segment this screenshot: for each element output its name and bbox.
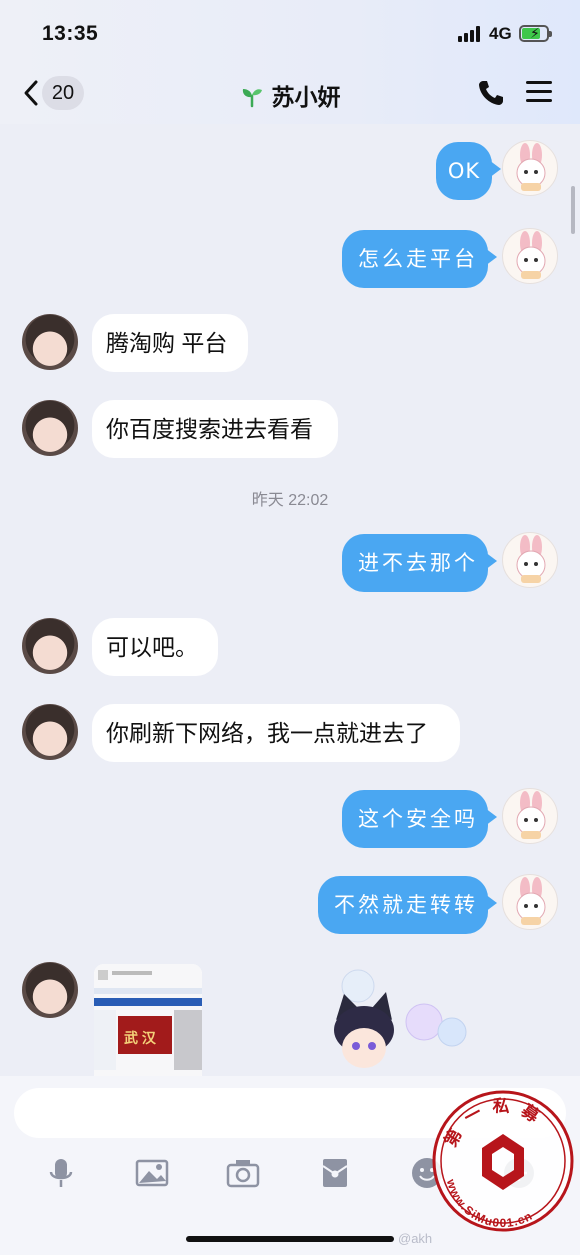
message-row: 进不去那个 [0, 532, 580, 594]
red-packet-icon[interactable] [318, 1156, 352, 1190]
incoming-bubble[interactable]: 可以吧。 [92, 618, 218, 676]
my-avatar[interactable] [502, 874, 558, 930]
message-row: 怎么走平台 [0, 228, 580, 290]
contact-avatar[interactable] [22, 962, 78, 1018]
menu-icon[interactable] [526, 79, 554, 105]
message-list[interactable]: OK 怎么走平台 腾淘购 平台 你百度搜索进去看看 昨天 22:02 进不去那个… [0, 124, 580, 1076]
watermark-seal: 第一私募 www.SiMu001.cn [432, 1090, 574, 1232]
contact-avatar[interactable] [22, 400, 78, 456]
incoming-bubble[interactable]: 你百度搜索进去看看 [92, 400, 338, 458]
message-row: 腾淘购 平台 [0, 312, 580, 374]
contact-name: 苏小妍 [271, 84, 341, 110]
image-message[interactable]: 武 汉 [94, 964, 202, 1076]
contact-avatar[interactable] [22, 618, 78, 674]
message-row: 可以吧。 [0, 616, 580, 678]
outgoing-bubble[interactable]: OK [436, 142, 501, 200]
signal-icon [458, 26, 484, 42]
message-row: 这个安全吗 [0, 788, 580, 850]
outgoing-bubble[interactable]: 怎么走平台 [342, 230, 497, 288]
message-row: OK [0, 140, 580, 202]
my-avatar[interactable] [502, 140, 558, 196]
my-avatar[interactable] [502, 228, 558, 284]
source-watermark: @akh [398, 1231, 433, 1246]
image-banner-text: 武 汉 [124, 1030, 156, 1046]
microphone-icon[interactable] [44, 1156, 78, 1190]
battery-icon: ⚡ [519, 25, 552, 42]
sticker-image[interactable] [314, 960, 474, 1076]
incoming-bubble[interactable]: 腾淘购 平台 [92, 314, 248, 372]
phone-icon[interactable] [476, 78, 506, 108]
contact-avatar[interactable] [22, 314, 78, 370]
my-avatar[interactable] [502, 532, 558, 588]
outgoing-bubble[interactable]: 这个安全吗 [342, 790, 497, 848]
sprout-icon [242, 89, 262, 108]
message-row: 武 汉 [0, 960, 580, 1076]
timestamp: 昨天 22:02 [251, 492, 329, 509]
message-row: 你百度搜索进去看看 [0, 398, 580, 460]
outgoing-bubble[interactable]: 不然就走转转 [318, 876, 497, 934]
image-icon[interactable] [135, 1156, 169, 1190]
status-bar: 13:35 4G ⚡ [0, 0, 580, 64]
incoming-bubble[interactable]: 你刷新下网络，我一点就进去了 [92, 704, 460, 762]
outgoing-bubble[interactable]: 进不去那个 [342, 534, 497, 592]
scroll-indicator[interactable] [571, 186, 575, 234]
message-row: 你刷新下网络，我一点就进去了 [0, 702, 580, 764]
contact-avatar[interactable] [22, 704, 78, 760]
home-indicator[interactable] [186, 1236, 394, 1242]
message-row: 不然就走转转 [0, 874, 580, 936]
my-avatar[interactable] [502, 788, 558, 844]
chat-header: 20 苏小妍 [0, 64, 580, 124]
network-label: 4G [489, 24, 512, 43]
status-time: 13:35 [42, 22, 99, 45]
camera-icon[interactable] [226, 1156, 260, 1190]
